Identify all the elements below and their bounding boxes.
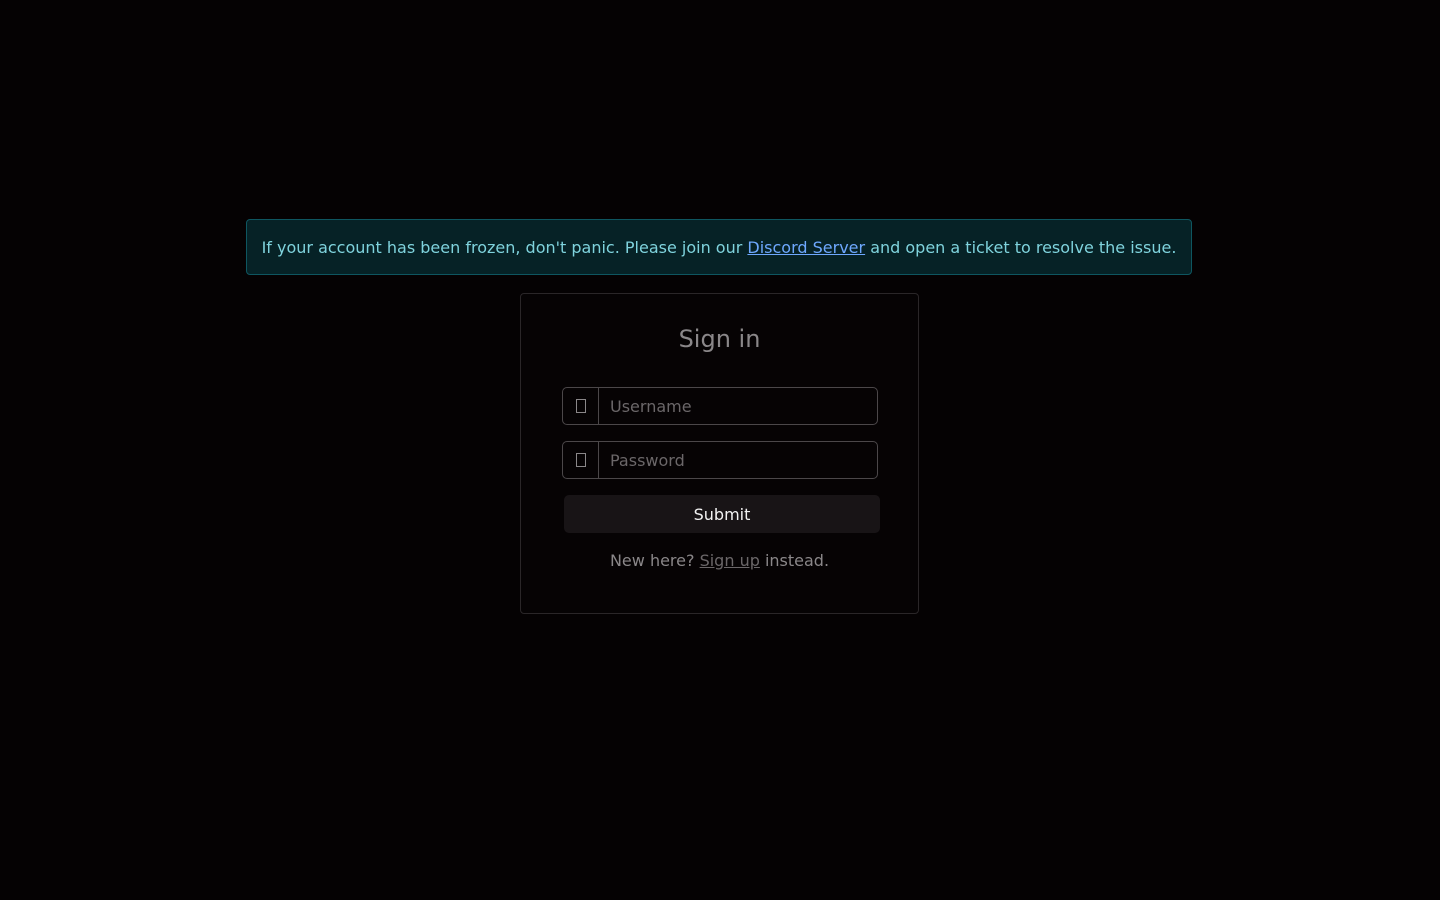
lock-icon: [563, 442, 599, 478]
discord-server-link[interactable]: Discord Server: [747, 238, 865, 257]
frozen-account-alert: If your account has been frozen, don't p…: [246, 219, 1192, 275]
password-field-group: [562, 441, 878, 479]
alert-text-after: and open a ticket to resolve the issue.: [865, 238, 1177, 257]
user-icon: [563, 388, 599, 424]
username-input[interactable]: [599, 388, 877, 424]
page-title: Sign in: [678, 325, 761, 353]
signup-prompt: New here? Sign up instead.: [521, 550, 918, 572]
signup-text-after: instead.: [759, 551, 830, 570]
sign-up-link[interactable]: Sign up: [700, 551, 760, 570]
sign-in-card: Sign in Submit New here? Sign up instead…: [520, 293, 919, 614]
password-input[interactable]: [599, 442, 877, 478]
username-field-group: [562, 387, 878, 425]
submit-button[interactable]: Submit: [564, 495, 880, 533]
alert-text-before: If your account has been frozen, don't p…: [261, 238, 748, 257]
signup-text-before: New here?: [609, 551, 700, 570]
